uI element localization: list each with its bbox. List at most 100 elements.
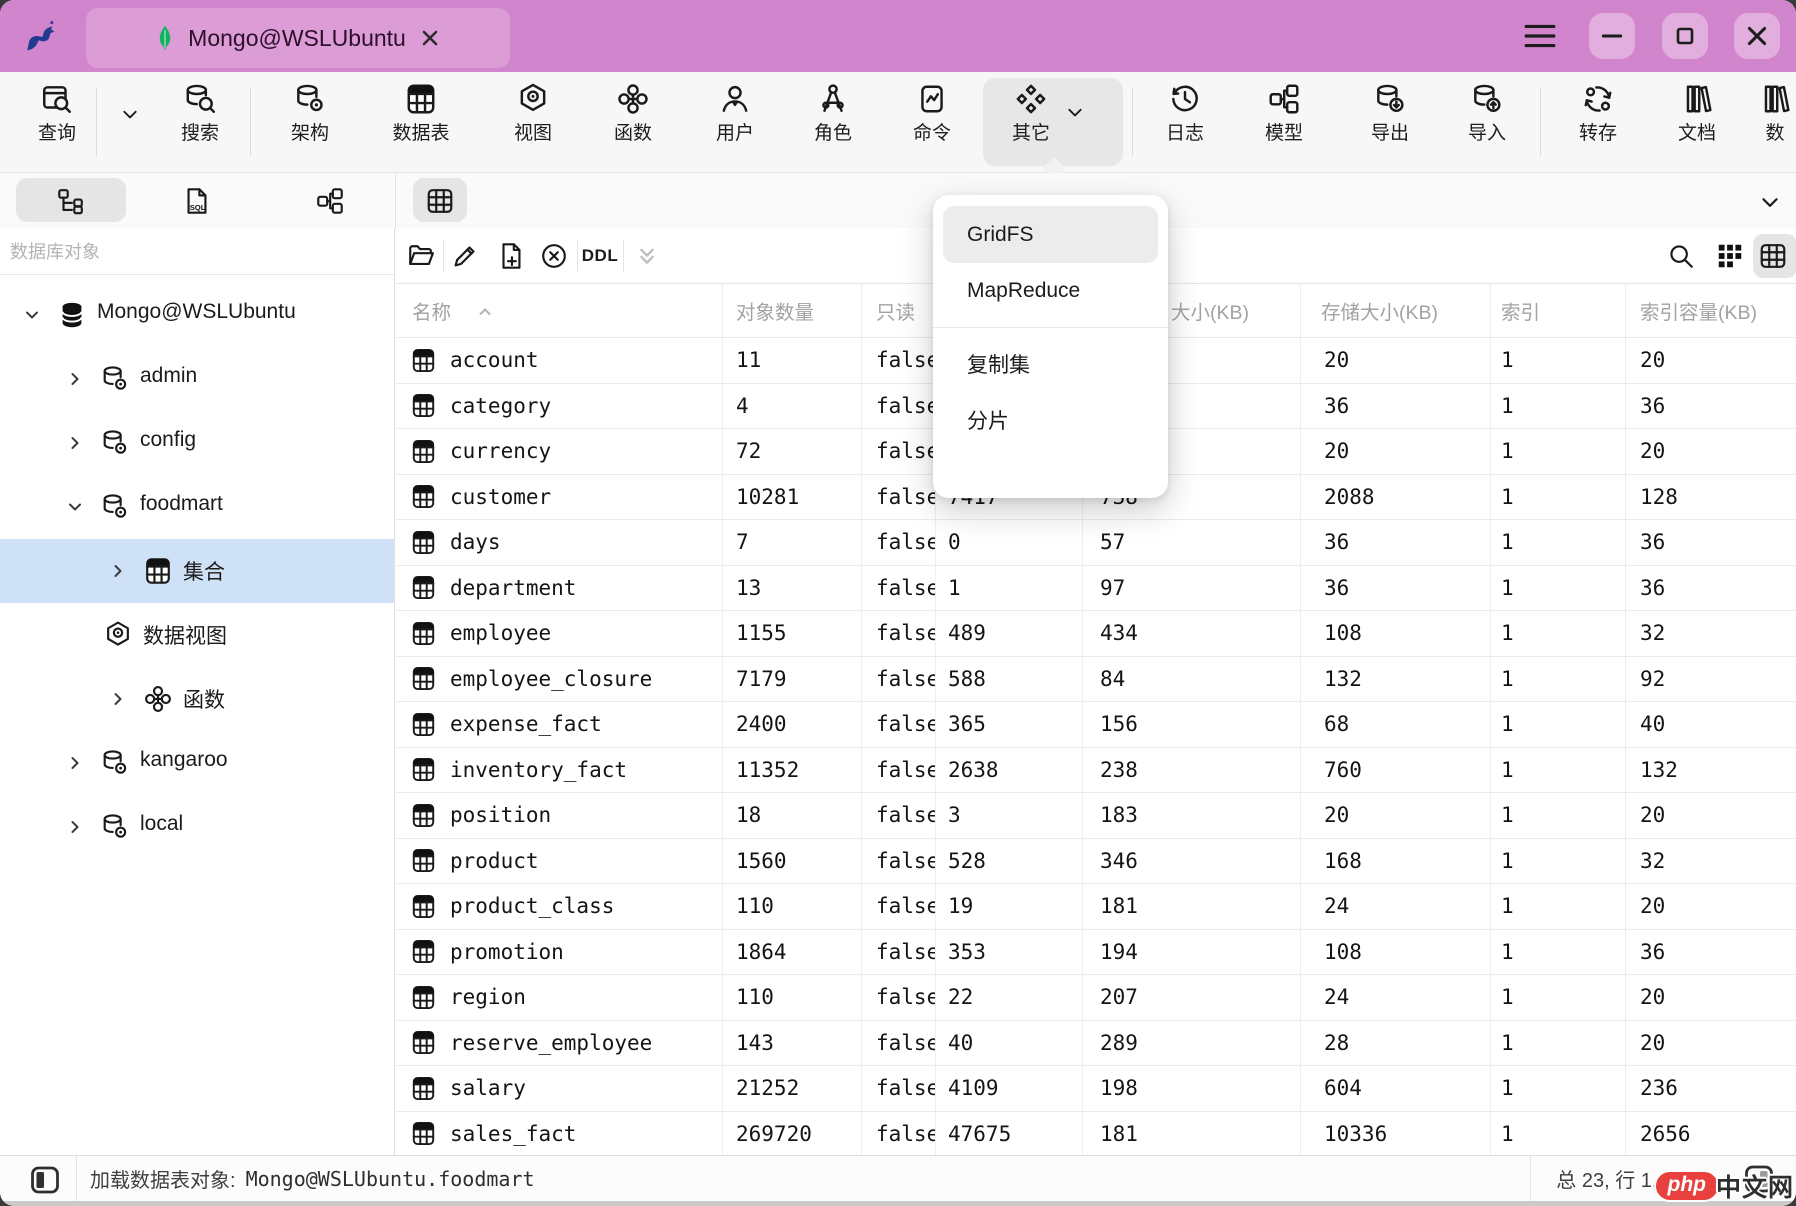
ddl-button[interactable]: DDL (580, 236, 620, 276)
table-row[interactable]: promotion1864false353194108136 (396, 930, 1796, 976)
table-row[interactable]: department13false19736136 (396, 566, 1796, 612)
column-header-索引容量(KB)[interactable]: 索引容量(KB) (1626, 284, 1796, 338)
table-cell: 2656 (1626, 1112, 1796, 1156)
toolbar-export-button[interactable]: 导出 (1345, 72, 1435, 172)
tabstrip-chevron-down-icon[interactable] (1755, 188, 1785, 218)
tree-item-Mongo@WSLUbuntu[interactable]: Mongo@WSLUbuntu (0, 283, 394, 347)
chevron-right-icon[interactable] (65, 817, 85, 837)
table-row[interactable]: salary21252false41091986041236 (396, 1066, 1796, 1112)
maximize-button[interactable] (1662, 13, 1708, 59)
collection-name: days (450, 530, 501, 554)
column-header-只读[interactable]: 只读 (862, 284, 936, 338)
circle-x-icon (539, 241, 569, 271)
tree-item-集合[interactable]: 集合 (0, 539, 394, 603)
table-row[interactable]: inventory_fact11352false26382387601132 (396, 748, 1796, 794)
toolbar-functions-button[interactable]: 函数 (588, 72, 678, 172)
toolbar-dict-button[interactable]: 数 (1730, 72, 1796, 172)
table-row[interactable]: expense_fact2400false36515668140 (396, 702, 1796, 748)
table-cell: 97 (1083, 566, 1301, 612)
toolbar-models-button[interactable]: 模型 (1239, 72, 1329, 172)
database-objects-filter[interactable]: 数据库对象 (0, 228, 394, 275)
toggle-left-pane-icon[interactable] (26, 1164, 64, 1196)
collection-icon (410, 346, 437, 375)
chevron-right-icon[interactable] (108, 689, 128, 709)
chevron-right-icon[interactable] (65, 433, 85, 453)
tab-objects[interactable] (425, 186, 455, 216)
toolbar-users-button[interactable]: 用户 (690, 72, 780, 172)
tree-item-函数[interactable]: 函数 (0, 667, 394, 731)
tree-item-数据视图[interactable]: 数据视图 (0, 603, 394, 667)
search-objects-button[interactable] (1661, 236, 1701, 276)
toolbar-tables-button[interactable]: 数据表 (366, 72, 476, 172)
chevron-down-icon[interactable] (65, 497, 85, 517)
toolbar-others-button[interactable]: 其它 (986, 72, 1076, 172)
menu-item-GridFS[interactable]: GridFS (943, 206, 1158, 263)
table-cell: 168 (1301, 839, 1491, 885)
query-dropdown-button[interactable] (113, 72, 147, 172)
toolbar-search-button[interactable]: 搜索 (155, 72, 245, 172)
table-cell: 20 (1626, 793, 1796, 839)
chevron-right-icon[interactable] (65, 753, 85, 773)
toolbar-views-button[interactable]: 视图 (488, 72, 578, 172)
table-row[interactable]: product1560false528346168132 (396, 839, 1796, 885)
toolbar-logs-button[interactable]: 日志 (1140, 72, 1230, 172)
toolbar-commands-button[interactable]: 命令 (887, 72, 977, 172)
hamburger-menu-button[interactable] (1522, 21, 1558, 51)
menu-item-复制集[interactable]: 复制集 (933, 336, 1168, 392)
toolbar-import-button[interactable]: 导入 (1442, 72, 1532, 172)
view-tiles-button[interactable] (1710, 236, 1750, 276)
tab-close-icon[interactable] (420, 28, 440, 48)
table-cell: 36 (1301, 566, 1491, 612)
chevron-down-icon[interactable] (22, 305, 42, 325)
column-header-索引[interactable]: 索引 (1491, 284, 1626, 338)
collection-name: account (450, 348, 539, 372)
table-cell: 1 (1491, 566, 1626, 612)
minimize-button[interactable] (1589, 13, 1635, 59)
connection-tab[interactable]: Mongo@WSLUbuntu (86, 8, 510, 68)
view-list-button[interactable] (1753, 236, 1793, 276)
table-cell: 1155 (723, 611, 862, 657)
column-header-名称[interactable]: 名称 (396, 284, 723, 338)
collection-name: category (450, 394, 551, 418)
table-row[interactable]: days7false05736136 (396, 520, 1796, 566)
table-row[interactable]: reserve_employee143false4028928120 (396, 1021, 1796, 1067)
tree-item-foodmart[interactable]: foodmart (0, 475, 394, 539)
collection-icon (410, 437, 437, 466)
tree-item-local[interactable]: local (0, 795, 394, 859)
menu-item-MapReduce[interactable]: MapReduce (933, 263, 1168, 319)
column-header-存储大小(KB)[interactable]: 存储大小(KB) (1301, 284, 1491, 338)
table-row[interactable]: sales_fact269720false476751811033612656 (396, 1112, 1796, 1156)
toolbar-dump-button[interactable]: 转存 (1553, 72, 1643, 172)
more-actions-button[interactable] (627, 236, 667, 276)
toolbar-docs-button[interactable]: 文档 (1652, 72, 1742, 172)
new-collection-button[interactable] (491, 236, 531, 276)
tree-item-config[interactable]: config (0, 411, 394, 475)
toolbar-logs-label: 日志 (1166, 118, 1204, 145)
toolbar-separator (96, 88, 97, 156)
delete-collection-button[interactable] (534, 236, 574, 276)
table-cell: false (862, 384, 936, 430)
table-row[interactable]: region110false2220724120 (396, 975, 1796, 1021)
toolbar-schema-button[interactable]: 架构 (265, 72, 355, 172)
tab-tree-view[interactable] (56, 186, 86, 216)
tab-sql-view[interactable]: SQL (182, 186, 212, 216)
table-row[interactable]: employee1155false489434108132 (396, 611, 1796, 657)
tab-model-view[interactable] (315, 186, 345, 216)
tree-item-admin[interactable]: admin (0, 347, 394, 411)
toolbar-query-button[interactable]: 查询 (12, 72, 102, 172)
open-collection-button[interactable] (401, 236, 441, 276)
chevron-right-icon[interactable] (65, 369, 85, 389)
table-cell: 604 (1301, 1066, 1491, 1112)
chevron-right-icon[interactable] (108, 561, 128, 581)
table-row[interactable]: employee_closure7179false58884132192 (396, 657, 1796, 703)
toolbar-roles-button[interactable]: 角色 (788, 72, 878, 172)
tree-item-kangaroo[interactable]: kangaroo (0, 731, 394, 795)
table-cell: 36 (1626, 384, 1796, 430)
edit-collection-button[interactable] (445, 236, 485, 276)
table-row[interactable]: position18false318320120 (396, 793, 1796, 839)
column-header-对象数量[interactable]: 对象数量 (723, 284, 862, 338)
close-button[interactable] (1734, 13, 1780, 59)
table-cell: false (862, 748, 936, 794)
table-row[interactable]: product_class110false1918124120 (396, 884, 1796, 930)
menu-item-分片[interactable]: 分片 (933, 392, 1168, 448)
